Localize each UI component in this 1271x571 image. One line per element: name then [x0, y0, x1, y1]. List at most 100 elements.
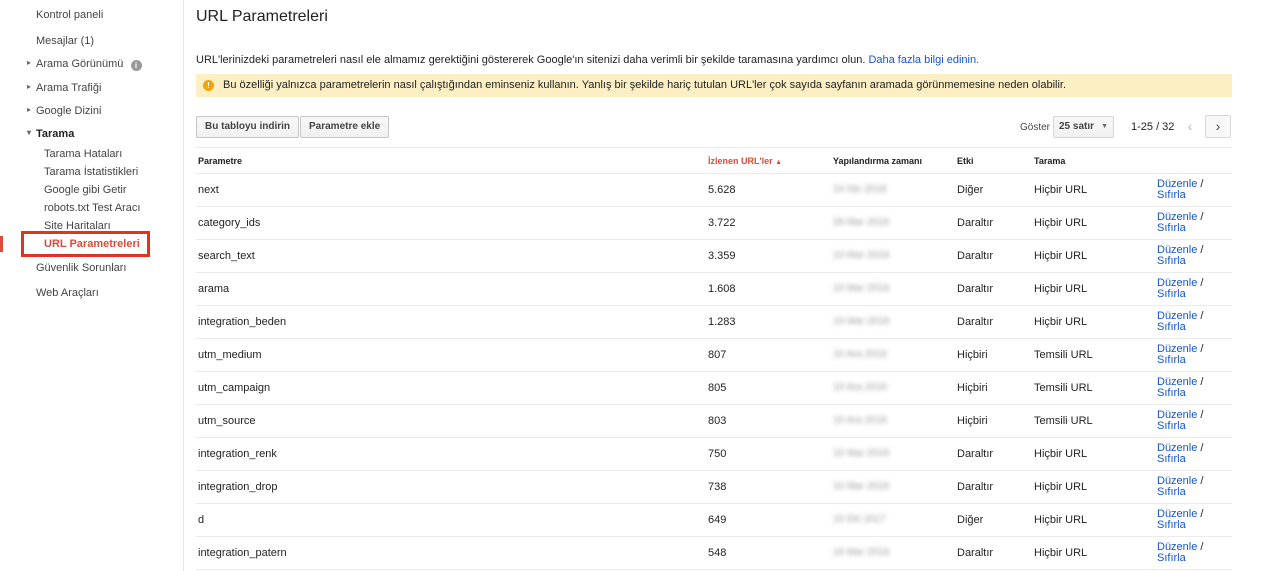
- nav-mesajlar[interactable]: Mesajlar (1): [36, 35, 94, 47]
- nav-web-araclari[interactable]: Web Araçları: [36, 287, 99, 299]
- cell-config-time: 10 Mar 2018: [833, 481, 890, 492]
- nav-label: Google Dizini: [36, 105, 102, 117]
- row-actions: Düzenle / Sıfırla: [1157, 475, 1204, 498]
- nav-label: Google gibi Getir: [44, 184, 127, 196]
- nav-google-dizini[interactable]: ▸ Google Dizini: [27, 105, 102, 117]
- nav-arama-trafigi[interactable]: ▸ Arama Trafiği: [27, 82, 102, 94]
- warning-text: Bu özelliği yalnızca parametrelerin nası…: [223, 79, 1067, 91]
- row-actions: Düzenle / Sıfırla: [1157, 277, 1204, 300]
- cell-effect: Hiçbiri: [957, 382, 988, 394]
- cell-effect: Diğer: [957, 514, 984, 526]
- table-row: integration_drop 738 10 Mar 2018 Daraltır Hi…: [196, 471, 1232, 504]
- cell-parameter: integration_patern: [198, 547, 287, 559]
- cell-monitored-urls: 805: [708, 382, 727, 394]
- nav-kontrol-paneli[interactable]: Kontrol paneli: [36, 9, 103, 21]
- chevron-down-icon: ▾: [27, 128, 32, 137]
- row-actions: Düzenle / Sıfırla: [1157, 442, 1204, 465]
- nav-label: Tarama İstatistikleri: [44, 166, 139, 178]
- cell-parameter: utm_source: [198, 415, 256, 427]
- cell-crawl: Hiçbir URL: [1034, 217, 1088, 229]
- nav-label: URL Parametreleri: [44, 238, 140, 250]
- cell-parameter: d: [198, 514, 205, 526]
- cell-crawl: Hiçbir URL: [1034, 481, 1088, 493]
- cell-effect: Daraltır: [957, 547, 994, 559]
- cell-config-time: 10 Mar 2018: [833, 316, 890, 327]
- reset-link[interactable]: Sıfırla: [1157, 354, 1186, 366]
- page-title: URL Parametreleri: [196, 8, 328, 25]
- cell-effect: Daraltır: [957, 448, 994, 460]
- reset-link[interactable]: Sıfırla: [1157, 321, 1186, 333]
- reset-link[interactable]: Sıfırla: [1157, 552, 1186, 564]
- cell-effect: Hiçbiri: [957, 349, 988, 361]
- nav-label: robots.txt Test Aracı: [44, 202, 141, 214]
- cell-monitored-urls: 738: [708, 481, 727, 493]
- nav-tarama-hatalari[interactable]: Tarama Hataları: [44, 148, 122, 160]
- rows-per-page-value: 25 satır: [1059, 121, 1095, 132]
- reset-link[interactable]: Sıfırla: [1157, 189, 1186, 201]
- cell-parameter: integration_beden: [198, 316, 287, 328]
- cell-crawl: Temsili URL: [1034, 415, 1093, 427]
- header-parametre[interactable]: Parametre: [198, 156, 242, 166]
- rows-per-page-select[interactable]: 25 satır ▼: [1053, 116, 1114, 138]
- nav-label: Web Araçları: [36, 287, 99, 299]
- cell-parameter: utm_medium: [198, 349, 262, 361]
- next-page-button[interactable]: ›: [1205, 115, 1231, 138]
- reset-link[interactable]: Sıfırla: [1157, 288, 1186, 300]
- download-table-button[interactable]: Bu tabloyu indirin: [196, 116, 299, 138]
- cell-parameter: integration_renk: [198, 448, 277, 460]
- cell-config-time: 10 Ara 2016: [833, 415, 887, 426]
- show-label: Göster: [1020, 122, 1051, 133]
- cell-effect: Daraltır: [957, 316, 994, 328]
- cell-config-time: 10 Mar 2018: [833, 250, 890, 261]
- nav-tarama-istatistikleri[interactable]: Tarama İstatistikleri: [44, 166, 138, 178]
- nav-arama-gorunumu[interactable]: ▸ Arama Görünümü i: [27, 58, 142, 71]
- reset-link[interactable]: Sıfırla: [1157, 519, 1186, 531]
- row-actions: Düzenle / Sıfırla: [1157, 310, 1204, 333]
- reset-link[interactable]: Sıfırla: [1157, 453, 1186, 465]
- cell-monitored-urls: 3.722: [708, 217, 736, 229]
- table-row: integration_renk 750 10 Mar 2018 Daraltır Hi…: [196, 438, 1232, 471]
- sort-asc-icon: ▲: [775, 159, 783, 166]
- nav-tarama[interactable]: ▾ Tarama: [27, 128, 75, 140]
- info-icon[interactable]: i: [130, 60, 142, 71]
- row-actions: Düzenle / Sıfırla: [1157, 376, 1204, 399]
- header-yapilandirma-zamani[interactable]: Yapılandırma zamanı: [833, 156, 922, 166]
- header-izlenen-urller[interactable]: İzlenen URL'ler ▲: [708, 156, 782, 166]
- description-text: URL'lerinizdeki parametreleri nasıl ele …: [196, 54, 866, 66]
- cell-monitored-urls: 1.608: [708, 283, 736, 295]
- table-row: utm_campaign 805 10 Ara 2016 Hiçbiri Temsili…: [196, 372, 1232, 405]
- nav-url-parametreleri[interactable]: URL Parametreleri: [44, 238, 140, 250]
- learn-more-link[interactable]: Daha fazla bilgi edinin.: [868, 54, 979, 66]
- nav-guvenlik-sorunlari[interactable]: Güvenlik Sorunları: [36, 262, 127, 274]
- parameters-table: Parametre İzlenen URL'ler ▲ Yapılandırma…: [196, 147, 1232, 570]
- cell-parameter: search_text: [198, 250, 255, 262]
- cell-config-time: 10 Mar 2018: [833, 448, 890, 459]
- active-indicator: [0, 236, 3, 252]
- nav-label: Mesajlar (1): [36, 35, 95, 47]
- row-actions: Düzenle / Sıfırla: [1157, 343, 1204, 366]
- add-parameter-button[interactable]: Parametre ekle: [300, 116, 390, 138]
- nav-label: Arama Trafiği: [36, 82, 102, 94]
- header-tarama[interactable]: Tarama: [1034, 156, 1065, 166]
- reset-link[interactable]: Sıfırla: [1157, 420, 1186, 432]
- row-actions: Düzenle / Sıfırla: [1157, 178, 1204, 201]
- cell-crawl: Hiçbir URL: [1034, 448, 1088, 460]
- nav-google-gibi-getir[interactable]: Google gibi Getir: [44, 184, 127, 196]
- cell-crawl: Hiçbir URL: [1034, 547, 1088, 559]
- cell-monitored-urls: 649: [708, 514, 727, 526]
- row-actions: Düzenle / Sıfırla: [1157, 508, 1204, 531]
- reset-link[interactable]: Sıfırla: [1157, 222, 1186, 234]
- warning-icon: !: [203, 80, 214, 91]
- nav-robots-test[interactable]: robots.txt Test Aracı: [44, 202, 140, 214]
- header-etki[interactable]: Etki: [957, 156, 974, 166]
- cell-config-time: 15 Eki 2017: [833, 514, 886, 525]
- nav-label: Tarama: [36, 128, 75, 140]
- cell-crawl: Hiçbir URL: [1034, 250, 1088, 262]
- previous-page-button[interactable]: ‹: [1177, 115, 1203, 138]
- cell-parameter: integration_drop: [198, 481, 278, 493]
- table-row: next 5.628 24 Nis 2018 Diğer Hiçbir URL Düzen…: [196, 174, 1232, 207]
- reset-link[interactable]: Sıfırla: [1157, 486, 1186, 498]
- cell-effect: Daraltır: [957, 217, 994, 229]
- reset-link[interactable]: Sıfırla: [1157, 255, 1186, 267]
- reset-link[interactable]: Sıfırla: [1157, 387, 1186, 399]
